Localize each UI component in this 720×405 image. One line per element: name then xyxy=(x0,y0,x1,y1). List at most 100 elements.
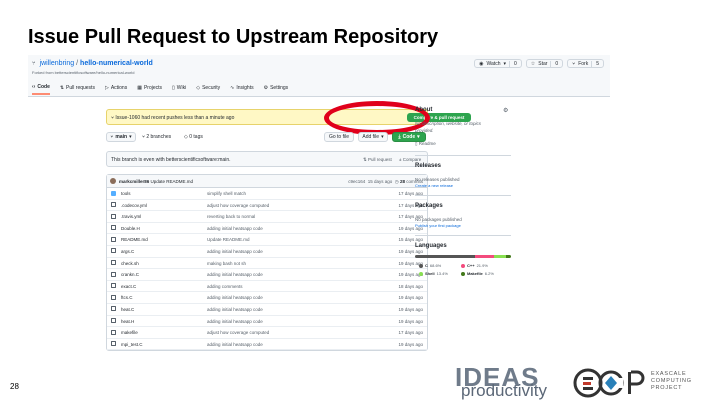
gear-icon[interactable]: ⚙ xyxy=(503,107,508,114)
book-icon: ▯ xyxy=(172,85,175,91)
file-name-link[interactable]: args.C xyxy=(121,249,134,254)
tab-insights-label: Insights xyxy=(236,85,254,91)
go-to-file-button[interactable]: Go to file xyxy=(324,132,354,142)
no-releases-text: No releases published xyxy=(415,177,460,182)
file-name-link[interactable]: check.sh xyxy=(121,261,139,266)
branch-toolbar: ⑂ main ▾ ⑂ 2 branches ◇ 0 tags Go to file … xyxy=(106,132,428,144)
table-row[interactable]: crankn.C adding initial heatsapp code 19 d… xyxy=(107,269,427,281)
table-row[interactable]: .travis.yml reverting back to normal 17 da… xyxy=(107,211,427,223)
file-name-link[interactable]: .travis.yml xyxy=(121,214,141,219)
file-name-link[interactable]: heat.C xyxy=(121,307,134,312)
table-row[interactable]: .codecov.yml adjust how coverage computed… xyxy=(107,200,427,212)
file-commit-message[interactable]: adding initial heatsapp code xyxy=(207,295,263,300)
tags-link[interactable]: ◇ 0 tags xyxy=(184,134,203,140)
file-name-link[interactable]: README.md xyxy=(121,237,148,242)
releases-heading[interactable]: Releases xyxy=(415,163,441,169)
avatar[interactable] xyxy=(110,178,116,184)
tab-pull-requests-label: Pull requests xyxy=(66,85,95,91)
language-shell[interactable]: Shell 13.4% xyxy=(419,271,448,276)
file-commit-message[interactable]: adding initial heatsapp code xyxy=(207,307,263,312)
commit-age: 15 days ago xyxy=(367,179,393,184)
file-commit-message[interactable]: Update README.md xyxy=(207,237,250,242)
branches-link[interactable]: ⑂ 2 branches xyxy=(142,134,171,140)
file-commit-message[interactable]: adding comments xyxy=(207,284,243,289)
history-icon: ◷ xyxy=(394,179,399,184)
repo-owner-link[interactable]: jwillenbring xyxy=(40,60,75,67)
file-name-link[interactable]: tools xyxy=(121,191,131,196)
tab-projects[interactable]: ▦ Projects xyxy=(137,84,162,95)
file-name-link[interactable]: mpi_test.C xyxy=(121,342,143,347)
fork-count: 5 xyxy=(591,60,599,67)
watch-button[interactable]: ◉ Watch ▾ 0 xyxy=(474,59,522,68)
file-commit-message[interactable]: adding initial heatsapp code xyxy=(207,342,263,347)
language-cpp[interactable]: C++ 21.9% xyxy=(461,263,488,268)
tab-insights[interactable]: ∿ Insights xyxy=(230,84,253,95)
file-commit-message[interactable]: adding initial heatsapp code xyxy=(207,226,263,231)
commit-count[interactable]: 28 xyxy=(400,179,405,184)
table-row[interactable]: args.C adding initial heatsapp code 19 day… xyxy=(107,246,427,258)
publish-package-link[interactable]: Publish your first package xyxy=(415,223,461,228)
commit-message[interactable]: Update README.md xyxy=(151,179,194,184)
table-row[interactable]: README.md Update README.md 15 days ago xyxy=(107,234,427,246)
language-makefile[interactable]: Makefile 6.2% xyxy=(461,271,494,276)
readme-label: Readme xyxy=(418,141,436,146)
tab-settings[interactable]: ⚙ Settings xyxy=(264,84,289,95)
star-button[interactable]: ☆ Star 0 xyxy=(525,59,564,68)
file-commit-age: 19 days ago xyxy=(398,306,423,312)
file-commit-message[interactable]: reverting back to normal xyxy=(207,214,255,219)
table-row[interactable]: check.sh making bash not sh 19 days ago xyxy=(107,258,427,270)
tab-actions[interactable]: ▷ Actions xyxy=(105,84,127,95)
file-icon xyxy=(111,271,116,277)
table-row[interactable]: Double.H adding initial heatsapp code 19 d… xyxy=(107,223,427,235)
tab-security[interactable]: ◇ Security xyxy=(196,84,220,95)
language-dot xyxy=(419,271,423,276)
table-row[interactable]: mpi_test.C adding initial heatsapp code 19… xyxy=(107,339,427,351)
file-name-link[interactable]: makefile xyxy=(121,330,138,335)
tab-security-label: Security xyxy=(202,85,221,91)
commit-author[interactable]: markcmiller86 xyxy=(119,179,149,184)
file-commit-message[interactable]: adjust how coverage computed xyxy=(207,330,269,335)
file-name-link[interactable]: Double.H xyxy=(121,226,140,231)
repo-name-link[interactable]: hello-numerical-world xyxy=(80,60,153,67)
readme-link[interactable]: ▯ Readme xyxy=(415,141,436,147)
branch-select-button[interactable]: ⑂ main ▾ xyxy=(106,132,136,142)
compare-link[interactable]: ± Compare xyxy=(399,157,421,162)
file-icon xyxy=(111,283,116,289)
commit-hash[interactable]: c9ec164 xyxy=(348,179,365,184)
file-name-link[interactable]: ftcs.C xyxy=(121,295,133,300)
table-row[interactable]: tools simplify shell match 17 days ago xyxy=(107,188,427,200)
tab-pull-requests[interactable]: ⇅ Pull requests xyxy=(60,84,95,95)
file-icon xyxy=(111,260,116,266)
file-commit-message[interactable]: adding initial heatsapp code xyxy=(207,272,263,277)
file-commit-message[interactable]: simplify shell match xyxy=(207,191,246,196)
table-row[interactable]: makefile adjust how coverage computed 17 d… xyxy=(107,327,427,339)
branch-status-box: This branch is even with betterscientifi… xyxy=(106,151,428,167)
forked-from-text[interactable]: Forked from betterscientificsoftware/hel… xyxy=(32,70,134,75)
file-commit-message[interactable]: adding initial heatsapp code xyxy=(207,319,263,324)
slide-number: 28 xyxy=(10,382,19,391)
packages-heading[interactable]: Packages xyxy=(415,203,443,209)
table-row[interactable]: heat.H adding initial heatsapp code 19 day… xyxy=(107,316,427,328)
fork-button[interactable]: ⑂ Fork 5 xyxy=(567,59,604,68)
file-commit-message[interactable]: adding initial heatsapp code xyxy=(207,249,263,254)
file-commit-message[interactable]: making bash not sh xyxy=(207,261,246,266)
file-commit-message[interactable]: adjust how coverage computed xyxy=(207,203,269,208)
file-name-link[interactable]: heat.H xyxy=(121,319,134,324)
language-dot xyxy=(461,263,465,268)
table-row[interactable]: exact.C adding comments 18 days ago xyxy=(107,281,427,293)
file-name-link[interactable]: .codecov.yml xyxy=(121,203,147,208)
file-table: markcmiller86 Update README.md c9ec164 1… xyxy=(106,174,428,352)
download-icon: ⤓ xyxy=(398,134,401,140)
add-file-button[interactable]: Add file ▾ xyxy=(358,132,388,142)
language-c[interactable]: C 68.6% xyxy=(419,263,441,268)
table-row[interactable]: ftcs.C adding initial heatsapp code 19 day… xyxy=(107,292,427,304)
compare-label: Compare xyxy=(402,157,422,162)
tab-code-label: Code xyxy=(37,84,50,90)
table-row[interactable]: heat.C adding initial heatsapp code 19 day… xyxy=(107,304,427,316)
tab-code[interactable]: ‹› Code xyxy=(32,84,50,95)
tab-wiki[interactable]: ▯ Wiki xyxy=(172,84,186,95)
file-name-link[interactable]: exact.C xyxy=(121,284,136,289)
file-name-link[interactable]: crankn.C xyxy=(121,272,139,277)
pull-request-link[interactable]: ⇅ Pull request xyxy=(363,157,392,163)
create-release-link[interactable]: Create a new release xyxy=(415,183,453,188)
